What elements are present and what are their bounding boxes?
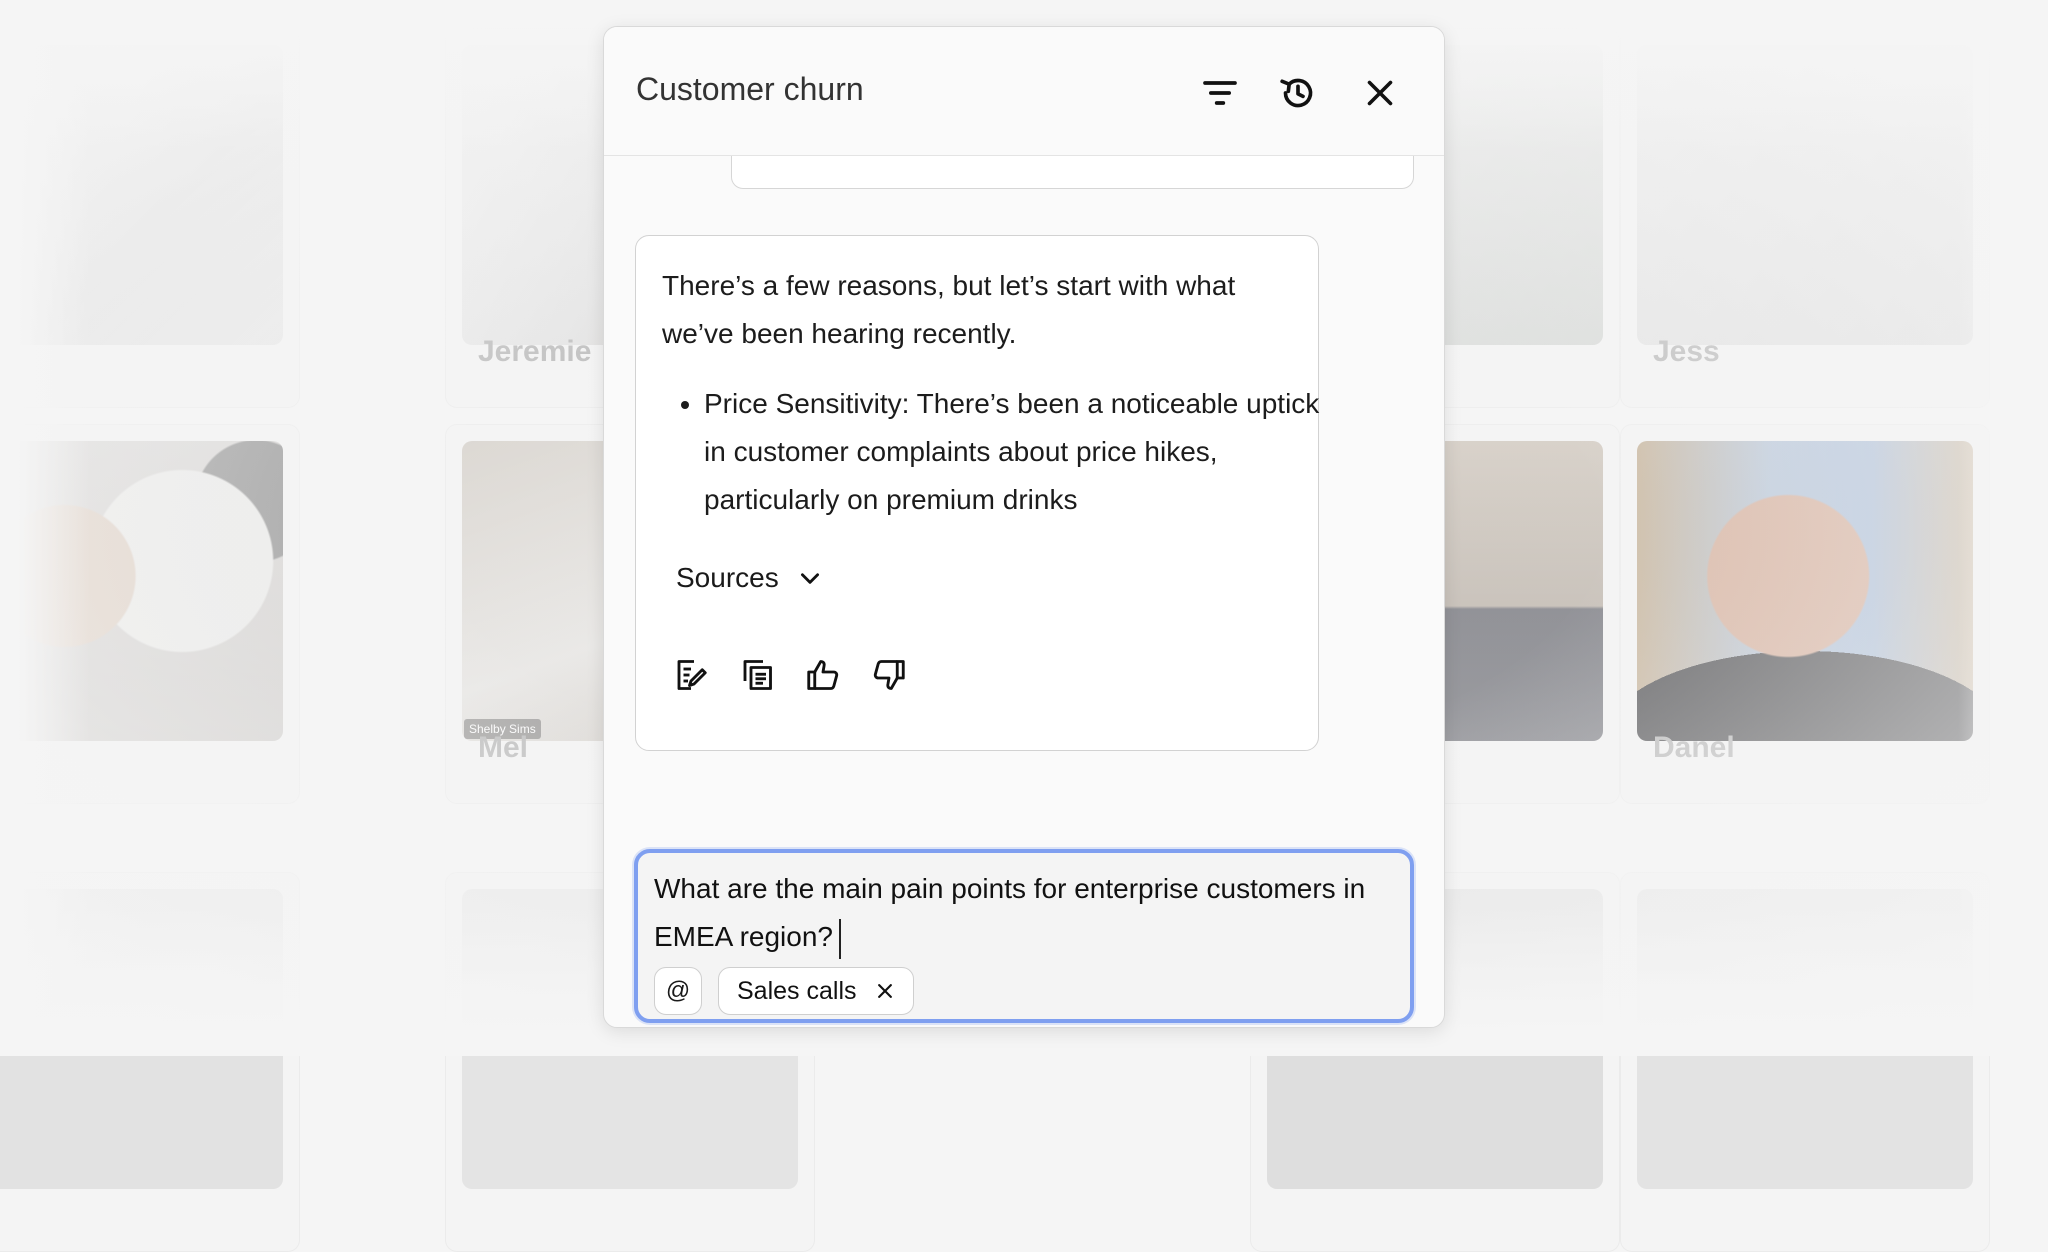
answer-bullets: Price Sensitivity: There’s been a notice…	[662, 380, 1334, 524]
thumbs-up-icon	[807, 660, 839, 690]
at-icon: @	[665, 977, 691, 1004]
copy-icon	[743, 660, 772, 690]
edit-note-icon	[677, 660, 707, 690]
remove-chip-button[interactable]	[875, 981, 895, 1001]
participant-name: Jess	[1653, 335, 1720, 368]
thumbs-down-icon	[873, 660, 905, 690]
thumbs-up-button[interactable]	[804, 656, 842, 694]
message-composer[interactable]: What are the main pain points for enterp…	[634, 849, 1414, 1023]
copy-button[interactable]	[738, 656, 776, 694]
text-caret	[839, 918, 841, 959]
participant-name: Danel	[1653, 731, 1735, 764]
participant-video	[1637, 441, 1973, 741]
history-button[interactable]	[1276, 71, 1320, 115]
answer-actions	[672, 656, 908, 694]
close-icon	[1367, 80, 1393, 106]
answer-intro: There’s a few reasons, but let’s start w…	[662, 270, 1236, 349]
background-fade	[1958, 0, 2048, 1056]
participant-tile[interactable]: Danel	[1620, 424, 1990, 804]
chip-label: Sales calls	[737, 976, 857, 1005]
participant-name: Mel	[478, 731, 529, 764]
assistant-panel: Customer churn There’s a few reasons, bu…	[603, 26, 1445, 1028]
filter-icon	[1203, 81, 1237, 105]
answer-bullet: Price Sensitivity: There’s been a notice…	[704, 380, 1334, 524]
participant-name: Jeremie	[478, 335, 592, 368]
panel-header: Customer churn	[604, 27, 1444, 156]
history-icon	[1280, 78, 1313, 108]
edit-note-button[interactable]	[672, 656, 710, 694]
panel-title: Customer churn	[636, 71, 864, 107]
close-button[interactable]	[1358, 71, 1402, 115]
message-input-text: What are the main pain points for enterp…	[654, 873, 1366, 952]
conversation[interactable]: There’s a few reasons, but let’s start w…	[604, 135, 1444, 1027]
mention-button[interactable]: @	[654, 967, 702, 1015]
assistant-answer-card: There’s a few reasons, but let’s start w…	[635, 235, 1319, 751]
chevron-down-icon	[800, 573, 819, 584]
filter-button[interactable]	[1198, 71, 1242, 115]
sources-toggle[interactable]: Sources	[676, 562, 823, 594]
sources-label: Sources	[676, 562, 779, 593]
context-chip[interactable]: Sales calls	[718, 967, 914, 1015]
thumbs-down-button[interactable]	[870, 656, 908, 694]
close-icon	[877, 984, 892, 998]
background-fade	[0, 0, 90, 1056]
message-input[interactable]: What are the main pain points for enterp…	[654, 865, 1374, 961]
